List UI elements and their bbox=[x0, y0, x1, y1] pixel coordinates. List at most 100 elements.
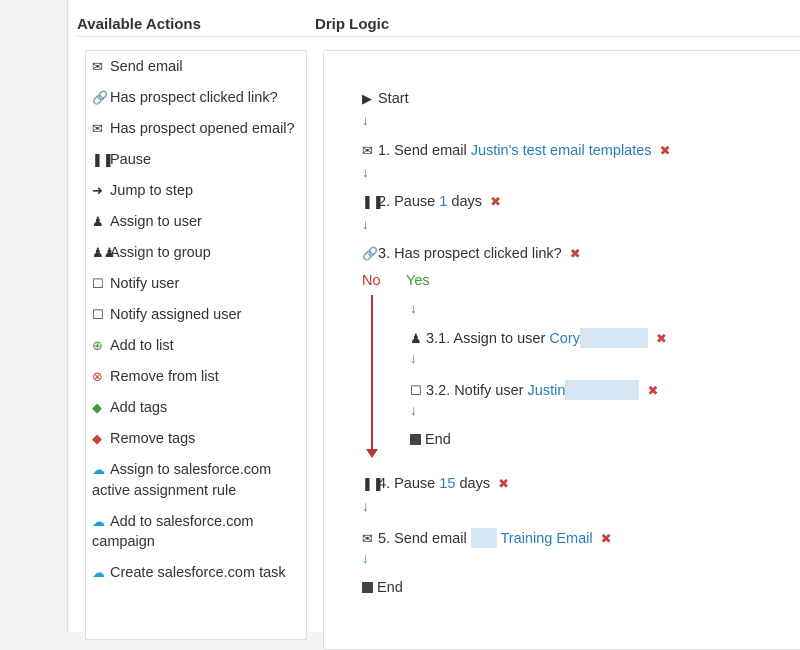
step-1-label: 1. Send email bbox=[378, 143, 467, 159]
action-label: Notify assigned user bbox=[110, 307, 242, 323]
stop-icon bbox=[362, 582, 373, 593]
link-icon: 🔗 bbox=[362, 246, 379, 261]
action-label: Assign to salesforce.com active assignme… bbox=[92, 462, 272, 499]
step-3-label: 3. Has prospect clicked link? bbox=[378, 246, 562, 262]
action-label: Add to salesforce.com campaign bbox=[92, 513, 254, 551]
action-label: Remove from list bbox=[110, 369, 219, 385]
action-label: Add tags bbox=[110, 400, 168, 416]
step-4-suffix: days bbox=[459, 476, 491, 492]
step-4-pause: ❚❚4. Pause 15 days ✖ bbox=[362, 476, 509, 492]
step-3-2-label: 3.2. Notify user bbox=[426, 383, 524, 399]
action-label: Assign to user bbox=[110, 214, 202, 230]
step-3-1-label: 3.1. Assign to user bbox=[426, 331, 546, 347]
step-4-days-value[interactable]: 15 bbox=[439, 476, 455, 492]
action-jump-to-step[interactable]: ➜ Jump to step bbox=[92, 181, 302, 212]
action-add-tags[interactable]: ◆ Add tags bbox=[92, 398, 302, 429]
action-has-opened-email[interactable]: ✉ Has prospect opened email? bbox=[92, 119, 302, 150]
down-arrow-icon: ↓ bbox=[410, 300, 417, 316]
action-assign-to-user[interactable]: ♟ Assign to user bbox=[92, 212, 302, 243]
step-2-days-value[interactable]: 1 bbox=[439, 194, 447, 210]
action-remove-from-list[interactable]: ⊗ Remove from list bbox=[92, 367, 302, 398]
down-arrow-icon: ↓ bbox=[362, 498, 369, 514]
action-label: Notify user bbox=[110, 276, 180, 292]
down-arrow-icon: ↓ bbox=[362, 164, 369, 180]
link-icon: 🔗 bbox=[92, 90, 109, 105]
no-branch-line bbox=[371, 295, 373, 455]
step-4-label: 4. Pause bbox=[378, 476, 436, 492]
step-2-label: 2. Pause bbox=[378, 194, 436, 210]
drip-editor: Available Actions Drip Logic ✉ Send email… bbox=[69, 0, 800, 650]
x-circle-icon: ⊗ bbox=[92, 369, 103, 384]
plus-circle-icon: ⊕ bbox=[92, 338, 103, 353]
no-branch-arrowhead bbox=[366, 449, 378, 458]
down-arrow-icon: ↓ bbox=[410, 402, 417, 418]
group-icon: ♟♟ bbox=[92, 245, 116, 260]
yes-end-label: End bbox=[425, 432, 451, 448]
no-branch-label: No bbox=[362, 273, 381, 289]
remove-step-3-icon[interactable]: ✖ bbox=[570, 246, 581, 261]
cloud-icon: ☁ bbox=[92, 462, 105, 477]
yes-branch-label: Yes bbox=[406, 273, 430, 289]
down-arrow-icon: ↓ bbox=[410, 350, 417, 366]
action-label: Send email bbox=[110, 59, 183, 75]
end-label: End bbox=[377, 580, 403, 596]
step-1-email-link[interactable]: Justin's test email templates bbox=[471, 143, 652, 159]
remove-step-2-icon[interactable]: ✖ bbox=[490, 194, 501, 209]
down-arrow-icon: ↓ bbox=[362, 216, 369, 232]
flow-start: ▶ Start bbox=[362, 91, 409, 107]
bell-icon: ☐ bbox=[92, 307, 104, 322]
tag-icon: ◆ bbox=[92, 400, 102, 415]
user-icon: ♟ bbox=[92, 214, 104, 229]
redacted-surname bbox=[579, 328, 648, 348]
step-5-send-email: ✉ 5. Send email Training Email ✖ bbox=[362, 528, 612, 548]
action-label: Add to list bbox=[110, 338, 174, 354]
step-3-clicked-link: 🔗3. Has prospect clicked link? ✖ bbox=[362, 246, 581, 262]
redacted-surname bbox=[565, 380, 640, 400]
remove-step-3-1-icon[interactable]: ✖ bbox=[656, 331, 667, 346]
play-icon: ▶ bbox=[362, 91, 372, 106]
step-1-send-email: ✉ 1. Send email Justin's test email templ… bbox=[362, 143, 671, 159]
step-3-2-user-link[interactable]: Justin bbox=[528, 383, 566, 399]
step-5-email-link[interactable]: Training Email bbox=[500, 531, 592, 547]
remove-step-3-2-icon[interactable]: ✖ bbox=[647, 383, 658, 398]
action-add-to-list[interactable]: ⊕ Add to list bbox=[92, 336, 302, 367]
cloud-icon: ☁ bbox=[92, 565, 105, 580]
header-divider bbox=[77, 36, 800, 37]
drip-logic-title: Drip Logic bbox=[315, 16, 390, 33]
remove-step-4-icon[interactable]: ✖ bbox=[498, 476, 509, 491]
left-gutter bbox=[0, 0, 68, 632]
action-label: Pause bbox=[110, 152, 152, 168]
remove-step-5-icon[interactable]: ✖ bbox=[601, 531, 612, 546]
step-2-pause: ❚❚2. Pause 1 days ✖ bbox=[362, 194, 501, 210]
action-label: Assign to group bbox=[110, 245, 211, 261]
action-assign-to-group[interactable]: ♟♟Assign to group bbox=[92, 243, 302, 274]
action-label: Has prospect clicked link? bbox=[110, 90, 278, 106]
action-label: Remove tags bbox=[110, 431, 196, 447]
remove-step-1-icon[interactable]: ✖ bbox=[660, 143, 671, 158]
redacted-email-prefix bbox=[470, 528, 497, 548]
step-2-suffix: days bbox=[451, 194, 483, 210]
flow-end: End bbox=[362, 580, 403, 596]
yes-branch-end: End bbox=[410, 432, 451, 448]
bell-icon: ☐ bbox=[410, 383, 422, 398]
pause-icon: ❚❚ bbox=[362, 194, 384, 209]
action-sfdc-campaign[interactable]: ☁ Add to salesforce.com campaign bbox=[92, 512, 302, 564]
available-actions-panel: ✉ Send email 🔗 Has prospect clicked link? … bbox=[85, 50, 307, 640]
action-notify-user[interactable]: ☐ Notify user bbox=[92, 274, 302, 305]
bell-icon: ☐ bbox=[92, 276, 104, 291]
pause-icon: ❚❚ bbox=[92, 152, 114, 167]
action-send-email[interactable]: ✉ Send email bbox=[92, 57, 302, 88]
tag-icon: ◆ bbox=[92, 431, 102, 446]
cloud-icon: ☁ bbox=[92, 513, 105, 529]
pause-icon: ❚❚ bbox=[362, 476, 384, 491]
available-actions-title: Available Actions bbox=[77, 16, 201, 33]
user-icon: ♟ bbox=[410, 331, 422, 346]
action-notify-assigned-user[interactable]: ☐ Notify assigned user bbox=[92, 305, 302, 336]
action-sfdc-task[interactable]: ☁ Create salesforce.com task bbox=[92, 563, 302, 594]
action-sfdc-assignment-rule[interactable]: ☁ Assign to salesforce.com active assignm… bbox=[92, 460, 302, 512]
action-remove-tags[interactable]: ◆ Remove tags bbox=[92, 429, 302, 460]
step-3-1-user-link[interactable]: Cory bbox=[549, 331, 580, 347]
action-pause[interactable]: ❚❚Pause bbox=[92, 150, 302, 181]
action-has-clicked-link[interactable]: 🔗 Has prospect clicked link? bbox=[92, 88, 302, 119]
envelope-icon: ✉ bbox=[362, 531, 373, 546]
